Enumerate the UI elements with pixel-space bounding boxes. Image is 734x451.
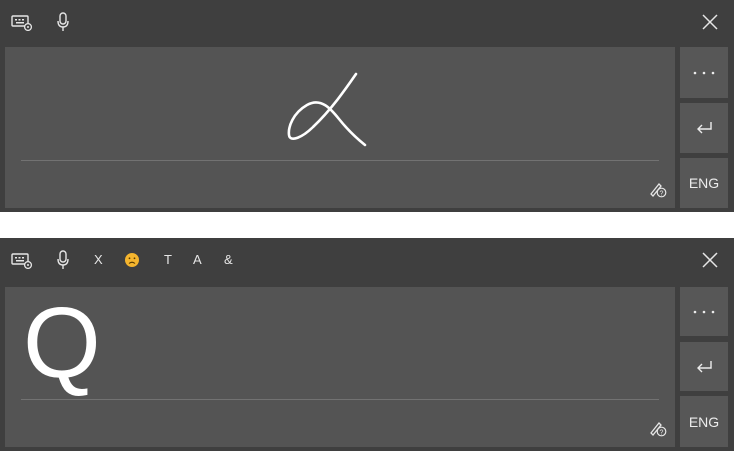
- svg-text:?: ?: [660, 429, 664, 436]
- suggestion-ampersand[interactable]: &: [224, 252, 233, 268]
- more-button[interactable]: [680, 287, 728, 336]
- enter-icon: [697, 360, 712, 372]
- bottom-toolbar: X T A &: [0, 238, 734, 283]
- language-button[interactable]: ENG: [680, 396, 728, 447]
- top-toolbar: [0, 0, 734, 45]
- frown-emoji-icon[interactable]: [119, 247, 145, 273]
- writing-baseline: [21, 399, 659, 400]
- handwriting-help-icon[interactable]: ?: [649, 419, 667, 437]
- more-dots-icon: [693, 71, 715, 74]
- language-label: ENG: [688, 413, 720, 430]
- handwriting-panel-top: ? ENG: [0, 0, 734, 212]
- suggestion-x[interactable]: X: [94, 252, 103, 268]
- keyboard-settings-icon[interactable]: [8, 8, 36, 36]
- close-icon[interactable]: [696, 246, 724, 274]
- more-dots-icon: [693, 310, 715, 313]
- writing-baseline: [21, 160, 659, 161]
- recognized-character: Q: [23, 287, 101, 399]
- enter-button[interactable]: [680, 342, 728, 391]
- suggestion-a[interactable]: A: [193, 252, 202, 268]
- microphone-icon[interactable]: [49, 246, 77, 274]
- keyboard-settings-icon[interactable]: [8, 246, 36, 274]
- handwriting-panel-bottom: X T A & Q ? ENG: [0, 238, 734, 451]
- enter-button[interactable]: [680, 103, 728, 153]
- enter-icon: [697, 122, 712, 134]
- handwriting-canvas[interactable]: Q ?: [5, 287, 675, 447]
- handwriting-help-icon[interactable]: ?: [649, 180, 667, 198]
- microphone-icon[interactable]: [49, 8, 77, 36]
- language-button[interactable]: ENG: [680, 158, 728, 208]
- language-label: ENG: [688, 175, 720, 191]
- close-icon[interactable]: [696, 8, 724, 36]
- more-button[interactable]: [680, 47, 728, 98]
- suggestion-t[interactable]: T: [164, 252, 172, 268]
- handwriting-stroke: [287, 72, 367, 147]
- svg-text:?: ?: [660, 190, 664, 197]
- handwriting-canvas[interactable]: ?: [5, 47, 675, 208]
